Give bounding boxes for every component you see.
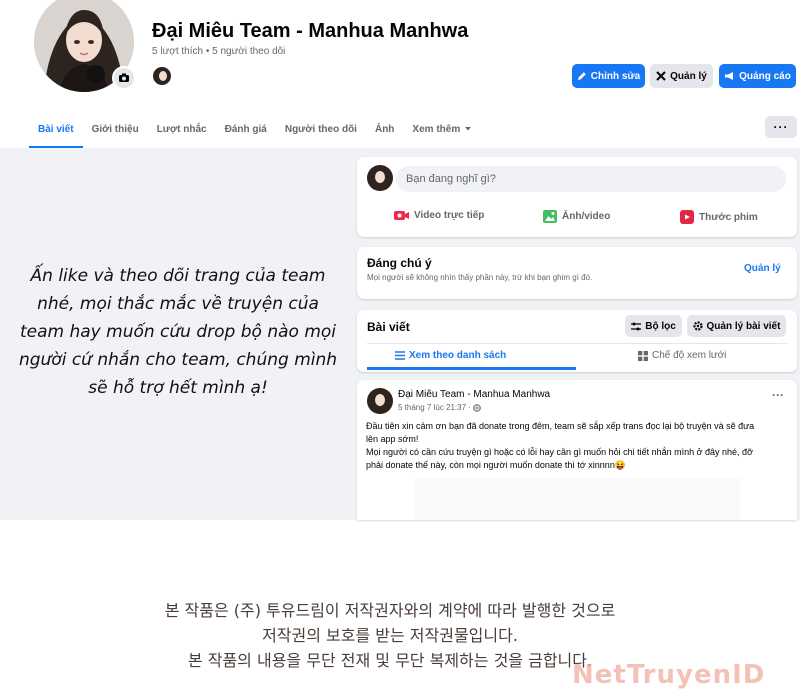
post-line: Đầu tiên xin cảm ơn bạn đã donate trong … (366, 421, 755, 431)
list-icon (395, 351, 405, 360)
reel-label: Thước phim (699, 211, 758, 223)
active-view-indicator (367, 367, 576, 370)
edit-label: Chỉnh sửa (590, 70, 641, 82)
composer-placeholder: Bạn đang nghĩ gì? (406, 173, 496, 185)
notice-line: Ấn like và theo dõi trang của team (30, 266, 326, 286)
follower-avatar[interactable] (152, 66, 172, 86)
live-video-label: Video trực tiếp (414, 210, 485, 221)
reel-button[interactable]: Thước phim (680, 210, 758, 224)
globe-icon (473, 403, 481, 412)
list-view-label: Xem theo danh sách (409, 350, 507, 361)
post-time-text: 5 tháng 7 lúc 21:37 · (398, 403, 471, 412)
page-tabs: Bài viết Giới thiệu Lượt nhắc Đánh giá N… (29, 110, 481, 148)
tab-posts[interactable]: Bài viết (29, 110, 83, 148)
notice-line: người cứ nhắn cho team, chúng mình (18, 350, 338, 370)
page-title: Đại Miêu Team - Manhua Manhwa (152, 20, 469, 42)
featured-title: Đáng chú ý (367, 256, 432, 270)
post-line: lên app sớm! (366, 434, 419, 444)
page-stats[interactable]: 5 lượt thích • 5 người theo dõi (152, 46, 285, 57)
manage-posts-button[interactable]: Quản lý bài viết (687, 315, 786, 337)
reel-icon (680, 210, 694, 224)
notice-line: sẽ hỗ trợ hết mình ạ! (88, 378, 268, 398)
tab-more[interactable]: Xem thêm (403, 110, 481, 148)
chevron-down-icon (465, 127, 472, 131)
post-options-button[interactable]: ··· (772, 388, 784, 402)
photo-video-button[interactable]: Ảnh/video (543, 210, 610, 223)
live-video-button[interactable]: Video trực tiếp (394, 210, 484, 221)
team-notice: Ấn like và theo dõi trang của team nhé, … (10, 262, 346, 402)
manage-label: Quản lý (670, 70, 707, 82)
notice-line: nhé, mọi thắc mắc về truyện của (37, 294, 319, 314)
post-body: Đầu tiên xin cảm ơn bạn đã donate trong … (366, 420, 786, 472)
camera-icon (119, 73, 129, 82)
copyright-line: 본 작품은 (주) 투유드림이 저작권자와의 계약에 따라 발행한 것으로 (164, 601, 616, 620)
megaphone-icon (725, 72, 734, 80)
post-time[interactable]: 5 tháng 7 lúc 21:37 · (398, 403, 481, 412)
site-watermark: NetTruyenID (572, 660, 766, 690)
edit-page-button[interactable]: Chỉnh sửa (572, 64, 645, 88)
photo-icon (543, 210, 557, 223)
sliders-icon (631, 322, 642, 330)
tab-about[interactable]: Giới thiệu (83, 110, 148, 148)
manage-posts-label: Quản lý bài viết (706, 320, 781, 332)
manage-page-button[interactable]: Quản lý (650, 64, 713, 88)
tab-photos[interactable]: Ảnh (366, 110, 403, 148)
tab-followers[interactable]: Người theo dõi (276, 110, 366, 148)
ellipsis-icon: ··· (773, 120, 789, 134)
posts-section-title: Bài viết (367, 320, 410, 334)
filter-label: Bộ lọc (645, 320, 676, 332)
composer-input[interactable]: Bạn đang nghĩ gì? (396, 166, 786, 192)
tools-icon (656, 71, 666, 81)
composer-avatar[interactable] (367, 165, 393, 191)
grid-view-tab[interactable]: Chế độ xem lưới (638, 350, 726, 361)
grid-view-label: Chế độ xem lưới (652, 350, 727, 361)
copyright-line: 저작권의 보호를 받는 저작권물입니다. (262, 626, 518, 645)
profile-header: Đại Miêu Team - Manhua Manhwa 5 lượt thí… (0, 0, 800, 148)
divider (367, 343, 787, 344)
tab-mentions[interactable]: Lượt nhắc (148, 110, 216, 148)
ads-button[interactable]: Quảng cáo (719, 64, 796, 88)
gear-icon (692, 321, 703, 331)
more-options-button[interactable]: ··· (765, 116, 797, 138)
list-view-tab[interactable]: Xem theo danh sách (395, 350, 506, 361)
tab-reviews[interactable]: Đánh giá (216, 110, 276, 148)
photo-video-label: Ảnh/video (562, 211, 611, 222)
ads-label: Quảng cáo (739, 70, 791, 82)
notice-line: team hay muốn cứu drop bộ nào mọi (19, 322, 337, 342)
post-author-avatar[interactable] (367, 388, 393, 414)
featured-description: Mọi người sẽ không nhìn thấy phần này, t… (367, 273, 593, 282)
change-photo-button[interactable] (112, 66, 136, 90)
grid-icon (638, 350, 648, 361)
post-author[interactable]: Đại Miêu Team - Manhua Manhwa (398, 389, 550, 400)
filter-button[interactable]: Bộ lọc (625, 315, 682, 337)
pencil-icon (577, 72, 586, 80)
featured-manage-link[interactable]: Quản lý (744, 263, 781, 274)
video-camera-icon (394, 211, 409, 220)
post-media-preview[interactable] (414, 478, 740, 520)
post-line: phải donate thế này, còn mọi người muốn … (366, 460, 627, 470)
post-line: Mọi người có cần cứu truyện gì hoặc có l… (366, 447, 753, 457)
ellipsis-icon: ··· (772, 388, 784, 402)
